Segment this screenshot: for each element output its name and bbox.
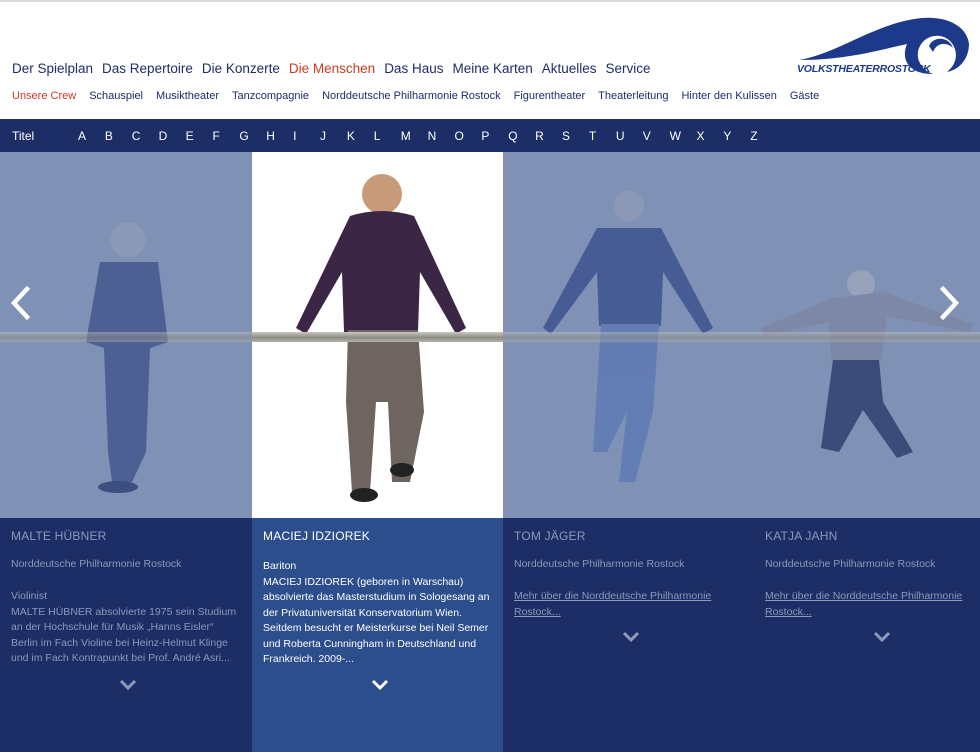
expand-button[interactable] [118, 678, 138, 691]
person-card-maciej-idziorek: MACIEJ IDZIOREK Bariton MACIEJ IDZIOREK … [252, 518, 503, 752]
person-name[interactable]: MACIEJ IDZIOREK [263, 529, 370, 543]
letter-q[interactable]: Q [508, 129, 535, 143]
subnav-schauspiel[interactable]: Schauspiel [89, 90, 143, 102]
subnav-theaterleitung[interactable]: Theaterleitung [598, 90, 668, 102]
letter-u[interactable]: U [616, 129, 643, 143]
carousel-next-button[interactable] [936, 285, 962, 321]
rope-left [0, 332, 252, 342]
subnav-gaeste[interactable]: Gäste [790, 90, 819, 102]
subnav-musiktheater[interactable]: Musiktheater [156, 90, 219, 102]
people-carousel [0, 152, 980, 518]
letter-k[interactable]: K [347, 129, 374, 143]
letter-e[interactable]: E [186, 129, 213, 143]
letter-r[interactable]: R [535, 129, 562, 143]
alphabet-filter-bar: Titel A B C D E F G H I J K L M N O P Q … [0, 119, 980, 152]
chevron-right-icon [939, 285, 960, 321]
chevron-down-icon [119, 679, 137, 691]
alphabet-title[interactable]: Titel [12, 129, 78, 143]
top-border [0, 0, 980, 2]
carousel-prev-button[interactable] [8, 285, 34, 321]
letter-z[interactable]: Z [750, 129, 777, 143]
letter-a[interactable]: A [78, 129, 105, 143]
person-name[interactable]: TOM JÄGER [514, 529, 586, 543]
ensemble-more-link[interactable]: Mehr über die Norddeutsche Philharmonie … [765, 589, 970, 620]
letter-t[interactable]: T [589, 129, 616, 143]
letter-n[interactable]: N [428, 129, 455, 143]
letter-f[interactable]: F [212, 129, 239, 143]
letter-p[interactable]: P [481, 129, 508, 143]
nav-repertoire[interactable]: Das Repertoire [102, 61, 193, 76]
ensemble-more-link[interactable]: Mehr über die Norddeutsche Philharmonie … [514, 589, 729, 620]
letter-m[interactable]: M [401, 129, 428, 143]
person-name[interactable]: MALTE HÜBNER [11, 529, 107, 543]
person-card-tom-jaeger: TOM JÄGER Norddeutsche Philharmonie Rost… [503, 518, 754, 752]
subnav-tanzcompagnie[interactable]: Tanzcompagnie [232, 90, 309, 102]
sub-navigation: Unsere Crew Schauspiel Musiktheater Tanz… [12, 90, 832, 102]
letter-b[interactable]: B [105, 129, 132, 143]
chevron-down-icon [371, 679, 389, 691]
rope-center [252, 332, 503, 342]
expand-button[interactable] [370, 678, 390, 691]
nav-menschen[interactable]: Die Menschen [289, 61, 375, 76]
subnav-unsere-crew[interactable]: Unsere Crew [12, 90, 76, 102]
subnav-philharmonie[interactable]: Norddeutsche Philharmonie Rostock [322, 90, 501, 102]
letter-j[interactable]: J [320, 129, 347, 143]
person-ensemble: Norddeutsche Philharmonie Rostock [765, 558, 936, 570]
letter-c[interactable]: C [132, 129, 159, 143]
letter-x[interactable]: X [696, 129, 723, 143]
letter-y[interactable]: Y [723, 129, 750, 143]
letter-g[interactable]: G [239, 129, 266, 143]
rope-right [503, 332, 980, 342]
subnav-figurentheater[interactable]: Figurentheater [514, 90, 586, 102]
person-card-malte-huebner: MALTE HÜBNER Norddeutsche Philharmonie R… [0, 518, 252, 752]
person-card-katja-jahn: KATJA JAHN Norddeutsche Philharmonie Ros… [754, 518, 980, 752]
nav-spielplan[interactable]: Der Spielplan [12, 61, 93, 76]
volkstheater-logo[interactable]: VOLKSTHEATERROSTOCK [797, 14, 972, 80]
nav-haus[interactable]: Das Haus [384, 61, 443, 76]
person-ensemble: Norddeutsche Philharmonie Rostock [11, 558, 182, 570]
chevron-left-icon [10, 285, 31, 321]
expand-button[interactable] [872, 630, 892, 643]
expand-button[interactable] [621, 630, 641, 643]
person-ensemble: Norddeutsche Philharmonie Rostock [514, 558, 685, 570]
main-navigation: Der Spielplan Das Repertoire Die Konzert… [12, 61, 660, 76]
letter-h[interactable]: H [266, 129, 293, 143]
chevron-down-icon [873, 631, 891, 643]
letter-v[interactable]: V [643, 129, 670, 143]
letter-w[interactable]: W [670, 129, 697, 143]
person-bio: Bariton MACIEJ IDZIOREK (geboren in Wars… [263, 560, 490, 665]
nav-konzerte[interactable]: Die Konzerte [202, 61, 280, 76]
subnav-hinter-den-kulissen[interactable]: Hinter den Kulissen [681, 90, 776, 102]
person-name[interactable]: KATJA JAHN [765, 529, 837, 543]
letter-i[interactable]: I [293, 129, 320, 143]
letter-l[interactable]: L [374, 129, 401, 143]
logo-wordmark: VOLKSTHEATERROSTOCK [797, 63, 931, 75]
chevron-down-icon [622, 631, 640, 643]
letter-o[interactable]: O [454, 129, 481, 143]
nav-service[interactable]: Service [606, 61, 651, 76]
letter-s[interactable]: S [562, 129, 589, 143]
letter-d[interactable]: D [159, 129, 186, 143]
person-bio: Violinist MALTE HÜBNER absolvierte 1975 … [11, 590, 237, 664]
nav-meine-karten[interactable]: Meine Karten [452, 61, 532, 76]
nav-aktuelles[interactable]: Aktuelles [542, 61, 597, 76]
